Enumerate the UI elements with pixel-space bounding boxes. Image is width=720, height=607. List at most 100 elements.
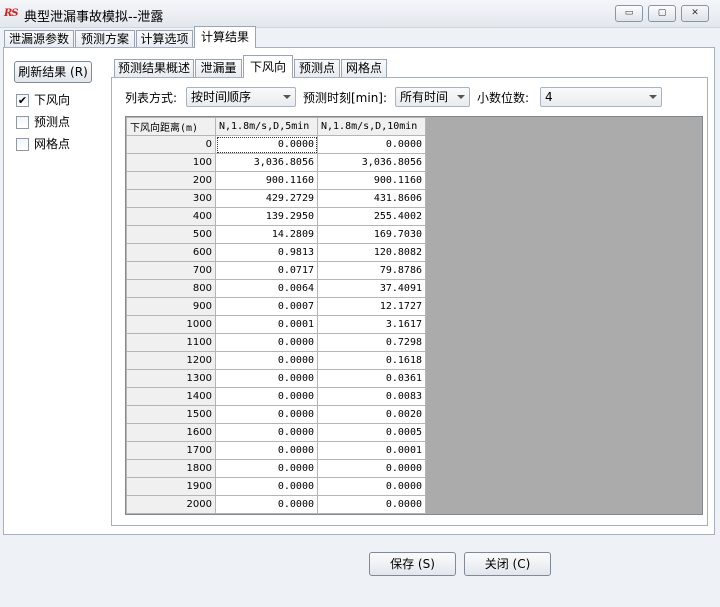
close-button[interactable]: 关闭 (C) [464, 552, 551, 576]
table-row[interactable]: 0 0.0000 0.0000 [126, 135, 426, 154]
tab-result-overview[interactable]: 预测结果概述 [114, 59, 194, 77]
cell-5min[interactable]: 0.9813 [215, 243, 318, 262]
cell-5min[interactable]: 0.0001 [215, 315, 318, 334]
cell-5min[interactable]: 0.0000 [215, 369, 318, 388]
cell-distance[interactable]: 600 [126, 243, 216, 262]
refresh-results-button[interactable]: 刷新结果 (R) [14, 61, 92, 83]
table-row[interactable]: 200 900.1160 900.1160 [126, 171, 426, 190]
cell-5min[interactable]: 0.0000 [215, 405, 318, 424]
tab-grid-point[interactable]: 网格点 [341, 59, 387, 77]
cell-distance[interactable]: 1100 [126, 333, 216, 352]
cell-10min[interactable]: 169.7030 [317, 225, 426, 244]
cell-5min[interactable]: 14.2809 [215, 225, 318, 244]
cell-10min[interactable]: 3,036.8056 [317, 153, 426, 172]
cell-5min[interactable]: 139.2950 [215, 207, 318, 226]
cell-5min[interactable]: 900.1160 [215, 171, 318, 190]
cell-5min[interactable]: 0.0007 [215, 297, 318, 316]
table-row[interactable]: 1900 0.0000 0.0000 [126, 477, 426, 496]
cell-5min[interactable]: 0.0000 [215, 441, 318, 460]
table-row[interactable]: 400 139.2950 255.4002 [126, 207, 426, 226]
tab-forecast-point[interactable]: 预测点 [294, 59, 340, 77]
cell-10min[interactable]: 0.1618 [317, 351, 426, 370]
checkbox-empty-icon[interactable] [16, 138, 29, 151]
cell-distance[interactable]: 1400 [126, 387, 216, 406]
cell-distance[interactable]: 800 [126, 279, 216, 298]
cell-distance[interactable]: 2000 [126, 495, 216, 514]
table-row[interactable]: 500 14.2809 169.7030 [126, 225, 426, 244]
table-row[interactable]: 600 0.9813 120.8082 [126, 243, 426, 262]
table-row[interactable]: 900 0.0007 12.1727 [126, 297, 426, 316]
table-row[interactable]: 1800 0.0000 0.0000 [126, 459, 426, 478]
tab-leak-amount[interactable]: 泄漏量 [195, 59, 242, 77]
cell-5min[interactable]: 0.0000 [215, 333, 318, 352]
cell-10min[interactable]: 79.8786 [317, 261, 426, 280]
maximize-button[interactable]: ▢ [648, 5, 676, 22]
cell-distance[interactable]: 1800 [126, 459, 216, 478]
cell-10min[interactable]: 12.1727 [317, 297, 426, 316]
tab-calc-options[interactable]: 计算选项 [136, 30, 193, 48]
cell-10min[interactable]: 120.8082 [317, 243, 426, 262]
minimize-button[interactable]: ▭ [615, 5, 643, 22]
decimals-select[interactable]: 4 [540, 87, 662, 107]
table-row[interactable]: 1600 0.0000 0.0005 [126, 423, 426, 442]
tab-forecast-scheme[interactable]: 预测方案 [75, 30, 135, 48]
save-button[interactable]: 保存 (S) [369, 552, 456, 576]
cell-10min[interactable]: 0.0000 [317, 459, 426, 478]
close-window-button[interactable]: ✕ [681, 5, 709, 22]
cell-10min[interactable]: 37.4091 [317, 279, 426, 298]
cell-10min[interactable]: 900.1160 [317, 171, 426, 190]
cell-distance[interactable]: 1200 [126, 351, 216, 370]
cell-10min[interactable]: 0.7298 [317, 333, 426, 352]
results-grid[interactable]: 下风向距离(m) N,1.8m/s,D,5min N,1.8m/s,D,10mi… [125, 116, 703, 515]
table-row[interactable]: 1300 0.0000 0.0361 [126, 369, 426, 388]
cell-5min[interactable]: 0.0000 [215, 423, 318, 442]
cell-10min[interactable]: 0.0001 [317, 441, 426, 460]
cell-10min[interactable]: 0.0020 [317, 405, 426, 424]
cell-10min[interactable]: 431.8606 [317, 189, 426, 208]
table-row[interactable]: 1000 0.0001 3.1617 [126, 315, 426, 334]
cell-distance[interactable]: 200 [126, 171, 216, 190]
cell-distance[interactable]: 700 [126, 261, 216, 280]
tab-calc-results[interactable]: 计算结果 [194, 26, 256, 48]
table-row[interactable]: 1700 0.0000 0.0001 [126, 441, 426, 460]
cell-distance[interactable]: 0 [126, 135, 216, 154]
list-mode-select[interactable]: 按时间顺序 [186, 87, 296, 107]
tab-leak-source-params[interactable]: 泄漏源参数 [4, 30, 74, 48]
cell-distance[interactable]: 400 [126, 207, 216, 226]
cell-distance[interactable]: 1000 [126, 315, 216, 334]
tab-downwind[interactable]: 下风向 [243, 55, 293, 78]
cell-10min[interactable]: 255.4002 [317, 207, 426, 226]
cell-5min[interactable]: 0.0000 [215, 387, 318, 406]
table-row[interactable]: 2000 0.0000 0.0000 [126, 495, 426, 514]
cell-10min[interactable]: 0.0083 [317, 387, 426, 406]
table-row[interactable]: 1400 0.0000 0.0083 [126, 387, 426, 406]
cell-5min[interactable]: 3,036.8056 [215, 153, 318, 172]
table-row[interactable]: 800 0.0064 37.4091 [126, 279, 426, 298]
cell-distance[interactable]: 1500 [126, 405, 216, 424]
cell-distance[interactable]: 1600 [126, 423, 216, 442]
cell-10min[interactable]: 0.0000 [317, 477, 426, 496]
cell-5min[interactable]: 0.0000 [215, 135, 318, 154]
table-row[interactable]: 700 0.0717 79.8786 [126, 261, 426, 280]
column-header-distance[interactable]: 下风向距离(m) [126, 117, 216, 136]
column-header-5min[interactable]: N,1.8m/s,D,5min [215, 117, 318, 136]
cell-distance[interactable]: 500 [126, 225, 216, 244]
cell-5min[interactable]: 0.0064 [215, 279, 318, 298]
cell-5min[interactable]: 0.0000 [215, 477, 318, 496]
table-row[interactable]: 1500 0.0000 0.0020 [126, 405, 426, 424]
cell-10min[interactable]: 0.0361 [317, 369, 426, 388]
cell-distance[interactable]: 100 [126, 153, 216, 172]
table-row[interactable]: 1200 0.0000 0.1618 [126, 351, 426, 370]
table-row[interactable]: 300 429.2729 431.8606 [126, 189, 426, 208]
cell-5min[interactable]: 0.0000 [215, 495, 318, 514]
cell-5min[interactable]: 0.0000 [215, 459, 318, 478]
cell-distance[interactable]: 300 [126, 189, 216, 208]
cell-distance[interactable]: 900 [126, 297, 216, 316]
table-row[interactable]: 100 3,036.8056 3,036.8056 [126, 153, 426, 172]
checkbox-empty-icon[interactable] [16, 116, 29, 129]
cell-5min[interactable]: 0.0717 [215, 261, 318, 280]
cell-5min[interactable]: 0.0000 [215, 351, 318, 370]
table-row[interactable]: 1100 0.0000 0.7298 [126, 333, 426, 352]
column-header-10min[interactable]: N,1.8m/s,D,10min [317, 117, 426, 136]
cell-distance[interactable]: 1900 [126, 477, 216, 496]
